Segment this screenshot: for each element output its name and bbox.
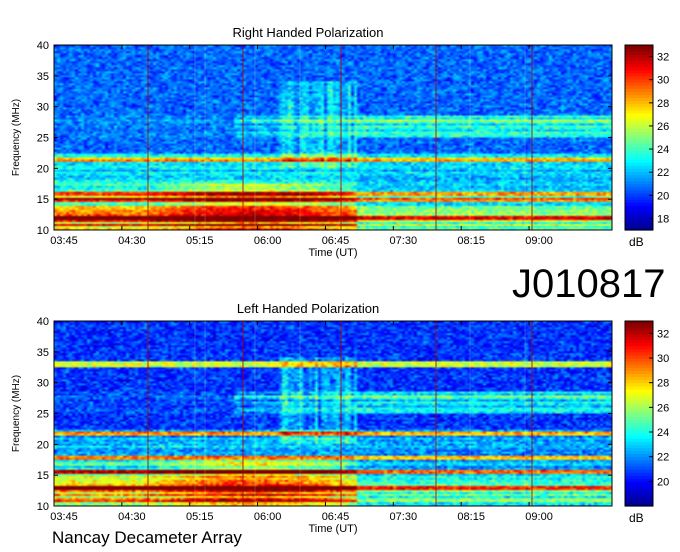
colorbar-tick-label: 20 — [657, 476, 669, 488]
colorbar-tick-label: 26 — [657, 121, 669, 133]
y-axis-label: Frequency (MHz) — [11, 375, 22, 452]
colorbar-segment — [625, 321, 653, 325]
colorbar-tick-label: 28 — [657, 98, 669, 110]
colorbar-tick-label: 24 — [657, 427, 669, 439]
y-tick-label: 40 — [37, 40, 49, 52]
x-tick-label: 05:15 — [186, 511, 214, 523]
y-tick-label: 20 — [37, 163, 49, 175]
colorbar-tick-label: 26 — [657, 402, 669, 414]
x-tick-label: 06:45 — [322, 235, 350, 247]
colorbar-tick-label: 24 — [657, 144, 669, 156]
colorbar-label: dB — [629, 235, 644, 249]
y-tick-label: 10 — [37, 225, 49, 237]
y-tick-label: 30 — [37, 378, 49, 390]
x-tick-label: 09:00 — [525, 235, 553, 247]
y-tick-label: 30 — [37, 102, 49, 114]
y-tick-label: 20 — [37, 439, 49, 451]
colorbar-tick-label: 18 — [657, 213, 669, 225]
y-tick-label: 35 — [37, 71, 49, 83]
y-tick-label: 35 — [37, 347, 49, 359]
y-tick-label: 25 — [37, 133, 49, 145]
spectrogram-heatmap — [54, 321, 612, 506]
x-tick-label: 06:45 — [322, 511, 350, 523]
x-tick-label: 09:00 — [525, 511, 553, 523]
spectrogram-heatmap — [54, 45, 612, 230]
observation-id: J010817 — [512, 262, 666, 306]
colorbar-tick-label: 20 — [657, 190, 669, 202]
colorbar-segment — [625, 45, 653, 49]
x-tick-label: 03:45 — [50, 511, 78, 523]
colorbar-tick-label: 30 — [657, 75, 669, 87]
instrument-label: Nancay Decameter Array — [52, 528, 242, 547]
x-tick-label: 03:45 — [50, 235, 78, 247]
x-tick-label: 04:30 — [118, 235, 146, 247]
y-tick-label: 15 — [37, 194, 49, 206]
colorbar-tick-label: 30 — [657, 353, 669, 365]
colorbar-tick-label: 22 — [657, 167, 669, 179]
y-axis-label: Frequency (MHz) — [11, 99, 22, 176]
x-tick-label: 08:15 — [457, 511, 485, 523]
colorbar-tick-label: 32 — [657, 328, 669, 340]
x-tick-label: 05:15 — [186, 235, 214, 247]
x-tick-label: 07:30 — [390, 235, 418, 247]
colorbar-tick-label: 32 — [657, 52, 669, 64]
spectrogram-panel-left: Left Handed Polarization 10 15 20 25 30 35 40 Fr… — [11, 301, 669, 535]
colorbar-label: dB — [629, 511, 644, 525]
panel-title: Right Handed Polarization — [232, 25, 383, 40]
spectrogram-panel-right: Right Handed Polarization 10 15 20 25 30 35 40 F… — [11, 25, 669, 259]
x-axis-label: Time (UT) — [308, 247, 357, 259]
colorbar-tick-label: 28 — [657, 378, 669, 390]
x-tick-label: 06:00 — [254, 235, 282, 247]
x-tick-label: 04:30 — [118, 511, 146, 523]
panel-title: Left Handed Polarization — [237, 301, 379, 316]
y-tick-label: 25 — [37, 409, 49, 421]
colorbar-tick-label: 22 — [657, 452, 669, 464]
y-tick-label: 10 — [37, 501, 49, 513]
y-tick-label: 15 — [37, 470, 49, 482]
x-tick-label: 08:15 — [457, 235, 485, 247]
x-tick-label: 07:30 — [390, 511, 418, 523]
x-axis-label: Time (UT) — [308, 523, 357, 535]
y-tick-label: 40 — [37, 316, 49, 328]
x-tick-label: 06:00 — [254, 511, 282, 523]
